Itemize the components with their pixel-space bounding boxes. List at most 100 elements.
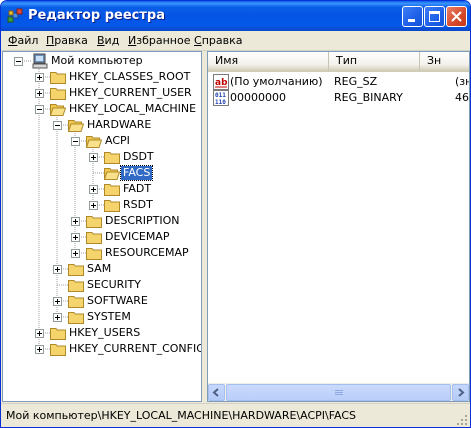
tree-node-system[interactable]: SYSTEM: [3, 309, 201, 325]
values-list[interactable]: Имя Тип Зн ab (По умолчанию) REG_SZ (зн …: [207, 51, 470, 402]
tree-node-rsdt[interactable]: RSDT: [3, 197, 201, 213]
value-type: REG_SZ: [334, 75, 378, 88]
resize-grip-icon[interactable]: [456, 414, 468, 426]
horizontal-scrollbar[interactable]: [208, 383, 469, 401]
column-type-label: Тип: [336, 54, 358, 67]
tree-node-hkcu[interactable]: HKEY_CURRENT_USER: [3, 85, 201, 101]
tree-node-label: HKEY_CURRENT_CONFIG: [69, 342, 202, 355]
tree-node-label: FADT: [123, 182, 152, 195]
expand-icon[interactable]: [53, 313, 62, 322]
window-title: Редактор реестра: [28, 8, 165, 23]
tree-node-hardware[interactable]: HARDWARE: [3, 117, 201, 133]
expand-icon[interactable]: [89, 201, 98, 210]
menu-help[interactable]: Справка: [194, 34, 242, 47]
open-folder-icon: [86, 136, 102, 148]
folder-icon: [50, 344, 66, 356]
expand-icon[interactable]: [35, 345, 44, 354]
title-bar[interactable]: Редактор реестра: [1, 1, 470, 31]
close-button[interactable]: [446, 6, 467, 27]
maximize-button[interactable]: [424, 6, 445, 27]
folder-icon: [68, 280, 84, 292]
collapse-icon[interactable]: [14, 57, 23, 66]
expand-icon[interactable]: [71, 249, 80, 258]
tree-node-dsdt[interactable]: DSDT: [3, 149, 201, 165]
status-bar: Мой компьютер\HKEY_LOCAL_MACHINE\HARDWAR…: [1, 403, 470, 427]
tree-node-label: SECURITY: [87, 278, 141, 291]
collapse-icon[interactable]: [35, 105, 44, 114]
tree-root[interactable]: Мой компьютер: [3, 53, 201, 69]
column-data-label: Зн: [427, 54, 442, 67]
tree-node-description[interactable]: DESCRIPTION: [3, 213, 201, 229]
tree-node-hklm[interactable]: HKEY_LOCAL_MACHINE: [3, 101, 201, 117]
tree-node-hkcc[interactable]: HKEY_CURRENT_CONFIG: [3, 341, 201, 357]
key-tree[interactable]: Мой компьютер HKEY_CLASSES_ROOT HKEY_CUR…: [2, 51, 202, 402]
tree-node-resourcemap[interactable]: RESOURCEMAP: [3, 245, 201, 261]
collapse-icon[interactable]: [71, 137, 80, 146]
open-folder-icon: [68, 120, 84, 132]
expand-icon[interactable]: [89, 185, 98, 194]
tree-node-label: HKEY_LOCAL_MACHINE: [69, 102, 197, 115]
folder-icon: [104, 152, 120, 164]
scroll-right-button[interactable]: [452, 384, 469, 401]
scroll-thumb[interactable]: [226, 384, 451, 401]
tree-node-hkcr[interactable]: HKEY_CLASSES_ROOT: [3, 69, 201, 85]
menu-bar: Файл Правка Вид Избранное Справка: [1, 31, 470, 51]
tree-root-label: Мой компьютер: [51, 54, 143, 67]
string-value-icon: ab: [213, 74, 229, 90]
tree-node-hku[interactable]: HKEY_USERS: [3, 325, 201, 341]
open-folder-icon: [50, 104, 66, 116]
tree-node-label: HARDWARE: [87, 118, 152, 131]
value-name: (По умолчанию): [230, 75, 323, 88]
close-icon: [451, 11, 462, 22]
collapse-icon[interactable]: [53, 121, 62, 130]
tree-node-sam[interactable]: SAM: [3, 261, 201, 277]
menu-edit[interactable]: Правка: [46, 34, 88, 47]
folder-icon: [50, 72, 66, 84]
tree-node-fadt[interactable]: FADT: [3, 181, 201, 197]
minimize-icon: [408, 19, 415, 22]
menu-file[interactable]: Файл: [8, 34, 38, 47]
tree-node-acpi[interactable]: ACPI: [3, 133, 201, 149]
svg-text:011: 011: [215, 92, 226, 99]
expand-icon[interactable]: [35, 73, 44, 82]
column-header-type[interactable]: Тип: [329, 52, 420, 72]
column-header-name[interactable]: Имя: [208, 52, 329, 72]
arrow-right-icon: [458, 388, 465, 397]
expand-icon[interactable]: [53, 265, 62, 274]
tree-node-devicemap[interactable]: DEVICEMAP: [3, 229, 201, 245]
folder-icon: [68, 264, 84, 276]
column-header-data[interactable]: Зн: [420, 52, 469, 72]
status-path: Мой компьютер\HKEY_LOCAL_MACHINE\HARDWAR…: [6, 409, 357, 422]
arrow-left-icon: [212, 388, 219, 397]
expand-icon[interactable]: [71, 217, 80, 226]
folder-icon: [104, 200, 120, 212]
menu-view[interactable]: Вид: [97, 34, 119, 47]
value-row[interactable]: 011 110 00000000 REG_BINARY 46: [210, 90, 469, 106]
menu-favorites[interactable]: Избранное: [128, 34, 190, 47]
regedit-icon: [7, 8, 23, 23]
folder-icon: [68, 312, 84, 324]
tree-node-facs[interactable]: FACS: [3, 165, 201, 181]
grip-line: [335, 392, 343, 393]
tree-node-label-selected: FACS: [119, 165, 154, 181]
folder-icon: [86, 232, 102, 244]
folder-icon: [104, 184, 120, 196]
value-name: 00000000: [230, 91, 286, 104]
minimize-button[interactable]: [402, 6, 423, 27]
expand-icon[interactable]: [35, 89, 44, 98]
scroll-left-button[interactable]: [208, 384, 225, 401]
expand-icon[interactable]: [71, 233, 80, 242]
tree-node-label: HKEY_USERS: [69, 326, 141, 339]
open-folder-icon: [104, 168, 120, 180]
folder-icon: [50, 88, 66, 100]
tree-node-label: SAM: [87, 262, 112, 275]
value-row[interactable]: ab (По умолчанию) REG_SZ (зн: [210, 74, 469, 90]
expand-icon[interactable]: [35, 329, 44, 338]
folder-icon: [68, 296, 84, 308]
folder-icon: [86, 216, 102, 228]
expand-icon[interactable]: [89, 153, 98, 162]
tree-node-software[interactable]: SOFTWARE: [3, 293, 201, 309]
tree-node-label: SOFTWARE: [87, 294, 148, 307]
expand-icon[interactable]: [53, 297, 62, 306]
tree-node-security[interactable]: SECURITY: [3, 277, 201, 293]
